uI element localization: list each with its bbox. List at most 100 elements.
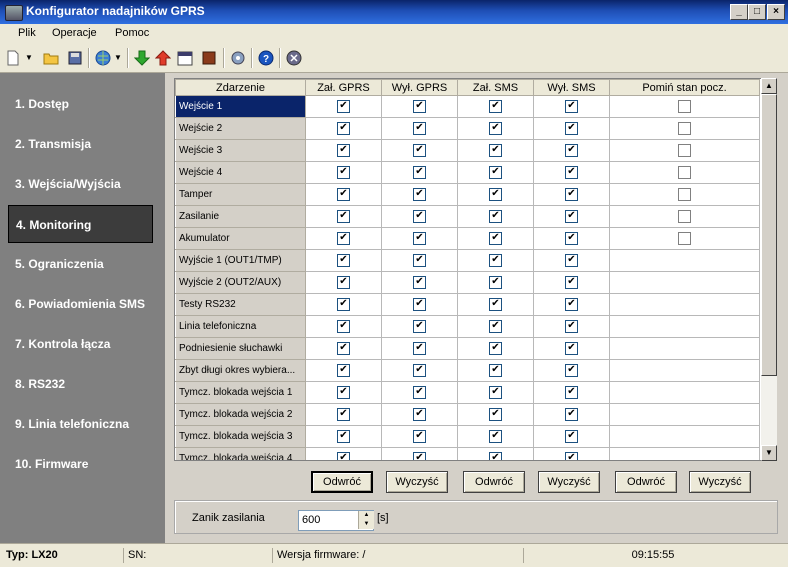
clear-sms-button[interactable]: Wyczyść (538, 471, 600, 493)
event-checkbox[interactable]: ✔ (413, 166, 426, 179)
event-checkbox[interactable]: ✔ (413, 430, 426, 443)
close-button[interactable]: × (767, 4, 785, 20)
event-checkbox[interactable]: ✔ (337, 188, 350, 201)
event-checkbox[interactable]: ✔ (413, 342, 426, 355)
event-checkbox[interactable]: ✔ (565, 254, 578, 267)
spin-down-icon[interactable]: ▼ (358, 520, 374, 529)
event-checkbox[interactable]: ✔ (565, 452, 578, 460)
minimize-button[interactable]: _ (730, 4, 748, 20)
invert-gprs-button[interactable]: Odwróć (311, 471, 373, 493)
table-row[interactable]: Podniesienie słuchawki ✔ ✔ ✔ ✔ (175, 337, 760, 360)
event-checkbox[interactable]: ✔ (337, 254, 350, 267)
event-checkbox[interactable]: ✔ (565, 122, 578, 135)
event-checkbox[interactable]: ✔ (565, 100, 578, 113)
skip-initial-checkbox[interactable] (678, 144, 691, 157)
sidebar-item-linia-telefoniczna[interactable]: 9. Linia telefoniczna (8, 405, 153, 443)
spin-up-icon[interactable]: ▲ (358, 511, 374, 520)
event-checkbox[interactable]: ✔ (413, 254, 426, 267)
invert-skip-button[interactable]: Odwróć (615, 471, 677, 493)
event-checkbox[interactable]: ✔ (565, 232, 578, 245)
event-checkbox[interactable]: ✔ (413, 452, 426, 460)
event-checkbox[interactable]: ✔ (489, 166, 502, 179)
event-checkbox[interactable]: ✔ (565, 430, 578, 443)
event-checkbox[interactable]: ✔ (489, 452, 502, 460)
table-row[interactable]: Tymcz. blokada wejścia 2 ✔ ✔ ✔ ✔ (175, 403, 760, 426)
event-name[interactable]: Tymcz. blokada wejścia 2 (175, 403, 306, 426)
grid-vertical-scrollbar[interactable]: ▲ ▼ (761, 78, 777, 461)
table-row[interactable]: Wejście 3 ✔ ✔ ✔ ✔ (175, 139, 760, 162)
event-checkbox[interactable]: ✔ (413, 100, 426, 113)
event-checkbox[interactable]: ✔ (337, 364, 350, 377)
scroll-up-icon[interactable]: ▲ (761, 78, 777, 94)
event-checkbox[interactable]: ✔ (337, 122, 350, 135)
event-checkbox[interactable]: ✔ (489, 408, 502, 421)
skip-initial-checkbox[interactable] (678, 166, 691, 179)
globe-dropdown-arrow-icon[interactable]: ▼ (112, 49, 124, 67)
event-name[interactable]: Tamper (175, 183, 306, 206)
table-row[interactable]: Akumulator ✔ ✔ ✔ ✔ (175, 227, 760, 250)
event-checkbox[interactable]: ✔ (337, 166, 350, 179)
skip-initial-checkbox[interactable] (678, 122, 691, 135)
event-checkbox[interactable]: ✔ (565, 166, 578, 179)
event-name[interactable]: Wyjście 2 (OUT2/AUX) (175, 271, 306, 294)
globe-icon[interactable] (94, 49, 112, 67)
table-row[interactable]: Wejście 4 ✔ ✔ ✔ ✔ (175, 161, 760, 184)
table-row[interactable]: Wejście 1 ✔ ✔ ✔ ✔ (175, 95, 760, 118)
event-checkbox[interactable]: ✔ (489, 364, 502, 377)
event-checkbox[interactable]: ✔ (489, 342, 502, 355)
event-checkbox[interactable]: ✔ (413, 210, 426, 223)
open-folder-icon[interactable] (42, 49, 60, 67)
event-checkbox[interactable]: ✔ (489, 232, 502, 245)
event-checkbox[interactable]: ✔ (413, 188, 426, 201)
help-icon[interactable]: ? (257, 49, 275, 67)
event-checkbox[interactable]: ✔ (489, 254, 502, 267)
event-checkbox[interactable]: ✔ (413, 320, 426, 333)
table-row[interactable]: Wyjście 2 (OUT2/AUX) ✔ ✔ ✔ ✔ (175, 271, 760, 294)
event-name[interactable]: Akumulator (175, 227, 306, 250)
event-checkbox[interactable]: ✔ (489, 276, 502, 289)
event-checkbox[interactable]: ✔ (565, 386, 578, 399)
event-name[interactable]: Wejście 3 (175, 139, 306, 162)
event-checkbox[interactable]: ✔ (413, 144, 426, 157)
power-loss-value[interactable]: 600 (302, 514, 320, 526)
scroll-thumb[interactable] (761, 94, 777, 376)
event-checkbox[interactable]: ✔ (565, 144, 578, 157)
event-checkbox[interactable]: ✔ (489, 320, 502, 333)
new-dropdown-arrow-icon[interactable]: ▼ (22, 49, 36, 67)
maximize-button[interactable]: □ (748, 4, 766, 20)
event-checkbox[interactable]: ✔ (565, 320, 578, 333)
event-checkbox[interactable]: ✔ (337, 232, 350, 245)
event-checkbox[interactable]: ✔ (413, 386, 426, 399)
table-row[interactable]: Wyjście 1 (OUT1/TMP) ✔ ✔ ✔ ✔ (175, 249, 760, 272)
invert-sms-button[interactable]: Odwróć (463, 471, 525, 493)
event-name[interactable]: Zasilanie (175, 205, 306, 228)
event-checkbox[interactable]: ✔ (413, 298, 426, 311)
event-checkbox[interactable]: ✔ (337, 100, 350, 113)
sidebar-item-monitoring[interactable]: 4. Monitoring (8, 205, 153, 243)
event-checkbox[interactable]: ✔ (489, 210, 502, 223)
event-checkbox[interactable]: ✔ (413, 276, 426, 289)
event-checkbox[interactable]: ✔ (337, 144, 350, 157)
event-name[interactable]: Linia telefoniczna (175, 315, 306, 338)
sidebar-item-firmware[interactable]: 10. Firmware (8, 445, 153, 483)
event-checkbox[interactable]: ✔ (337, 210, 350, 223)
event-checkbox[interactable]: ✔ (565, 276, 578, 289)
event-checkbox[interactable]: ✔ (489, 144, 502, 157)
event-checkbox[interactable]: ✔ (489, 298, 502, 311)
event-name[interactable]: Tymcz. blokada wejścia 4 (175, 447, 306, 460)
event-name[interactable]: Wyjście 1 (OUT1/TMP) (175, 249, 306, 272)
table-row[interactable]: Linia telefoniczna ✔ ✔ ✔ ✔ (175, 315, 760, 338)
calendar-icon[interactable] (176, 49, 194, 67)
sidebar-item-dostep[interactable]: 1. Dostęp (8, 85, 153, 123)
menu-pomoc[interactable]: Pomoc (115, 27, 149, 39)
save-disk-icon[interactable] (66, 49, 84, 67)
skip-initial-checkbox[interactable] (678, 210, 691, 223)
book-icon[interactable] (200, 49, 218, 67)
event-checkbox[interactable]: ✔ (565, 188, 578, 201)
event-checkbox[interactable]: ✔ (337, 430, 350, 443)
upload-arrow-icon[interactable] (154, 49, 172, 67)
event-name[interactable]: Wejście 4 (175, 161, 306, 184)
settings-gear-icon[interactable] (229, 49, 247, 67)
menu-operacje[interactable]: Operacje (52, 27, 97, 39)
sidebar-item-kontrola-lacza[interactable]: 7. Kontrola łącza (8, 325, 153, 363)
